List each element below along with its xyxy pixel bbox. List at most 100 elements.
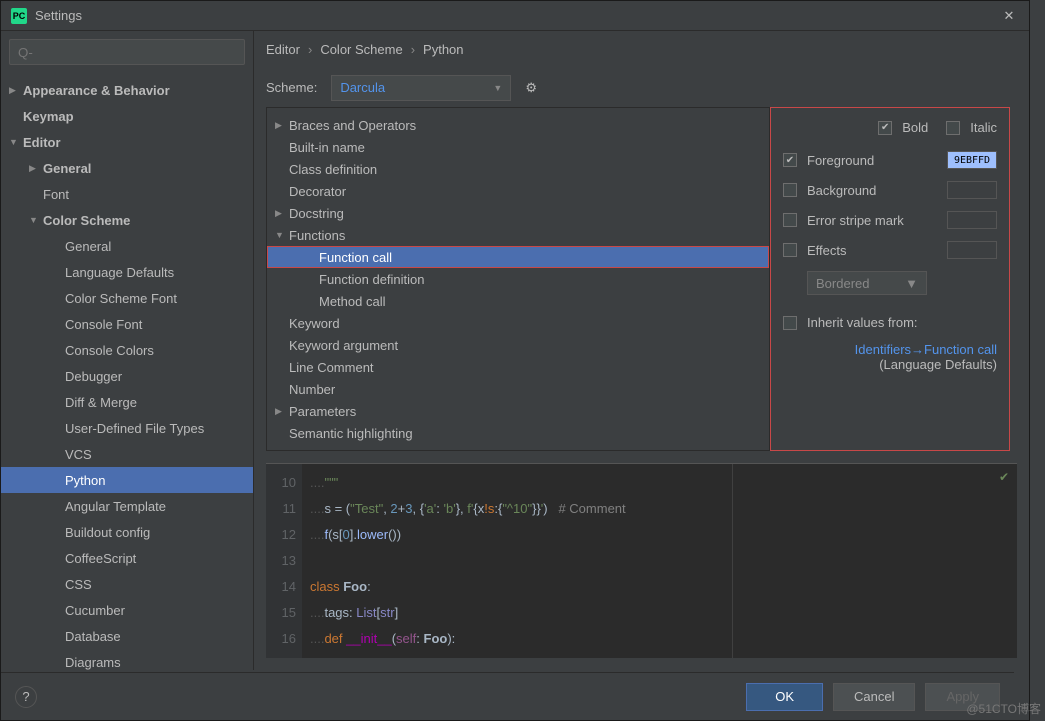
sidebar-item[interactable]: Keymap xyxy=(1,103,253,129)
sidebar-item[interactable]: Python xyxy=(1,467,253,493)
category-item[interactable]: Keyword argument xyxy=(267,334,769,356)
effects-label: Effects xyxy=(807,243,847,258)
sidebar-item-label: Buildout config xyxy=(65,525,150,540)
sidebar-item[interactable]: ▶Appearance & Behavior xyxy=(1,77,253,103)
category-label: Method call xyxy=(319,294,385,309)
inherit-link[interactable]: Identifiers→Function call xyxy=(783,342,997,357)
category-label: Decorator xyxy=(289,184,346,199)
ok-button[interactable]: OK xyxy=(746,683,823,711)
main-panel: Editor › Color Scheme › Python Scheme: D… xyxy=(254,31,1029,670)
breadcrumb-item[interactable]: Color Scheme xyxy=(320,42,402,57)
category-item[interactable]: ▶Braces and Operators xyxy=(267,114,769,136)
gear-icon[interactable]: ⚙ xyxy=(525,80,537,96)
checkbox-icon xyxy=(783,213,797,227)
sidebar-item[interactable]: Angular Template xyxy=(1,493,253,519)
effects-swatch[interactable] xyxy=(947,241,997,259)
sidebar-item-label: Diagrams xyxy=(65,655,121,670)
sidebar-item[interactable]: General xyxy=(1,233,253,259)
sidebar-item-label: General xyxy=(43,161,91,176)
line-number: 14 xyxy=(266,574,296,600)
properties-panel: Bold Italic Foreground 9EBFFD xyxy=(770,107,1010,451)
sidebar-item[interactable]: Console Colors xyxy=(1,337,253,363)
category-label: Keyword xyxy=(289,316,340,331)
code-area: ....""" ....s = ("Test", 2+3, {'a': 'b'}… xyxy=(306,464,1017,652)
italic-checkbox[interactable]: Italic xyxy=(946,120,997,135)
settings-tree[interactable]: ▶Appearance & BehaviorKeymap▼Editor▶Gene… xyxy=(1,73,253,670)
category-item[interactable]: ▼Functions xyxy=(267,224,769,246)
category-label: Braces and Operators xyxy=(289,118,416,133)
dialog-footer: ? OK Cancel Apply xyxy=(1,672,1014,720)
sidebar-item[interactable]: Database xyxy=(1,623,253,649)
sidebar-item[interactable]: User-Defined File Types xyxy=(1,415,253,441)
line-number: 12 xyxy=(266,522,296,548)
chevron-right-icon: › xyxy=(308,42,312,57)
italic-label: Italic xyxy=(970,120,997,135)
error-stripe-row[interactable]: Error stripe mark xyxy=(783,211,997,229)
error-stripe-swatch[interactable] xyxy=(947,211,997,229)
tree-arrow-icon: ▼ xyxy=(275,230,289,240)
sidebar-item[interactable]: Color Scheme Font xyxy=(1,285,253,311)
breadcrumb-item[interactable]: Python xyxy=(423,42,463,57)
checkbox-icon xyxy=(946,121,960,135)
sidebar-item[interactable]: Diff & Merge xyxy=(1,389,253,415)
gutter: 10111213141516 xyxy=(266,464,302,658)
category-item[interactable]: Method call xyxy=(267,290,769,312)
line-number: 16 xyxy=(266,626,296,652)
sidebar-item[interactable]: Buildout config xyxy=(1,519,253,545)
sidebar-item[interactable]: ▼Color Scheme xyxy=(1,207,253,233)
category-item[interactable]: Decorator xyxy=(267,180,769,202)
checkbox-icon xyxy=(783,183,797,197)
code-preview: ✔ 10111213141516 ....""" ....s = ("Test"… xyxy=(266,463,1017,658)
category-item[interactable]: Class definition xyxy=(267,158,769,180)
checkbox-icon xyxy=(783,153,797,167)
app-icon: PC xyxy=(11,8,27,24)
scheme-value: Darcula xyxy=(340,80,385,95)
category-item[interactable]: Built-in name xyxy=(267,136,769,158)
category-label: Number xyxy=(289,382,335,397)
foreground-swatch[interactable]: 9EBFFD xyxy=(947,151,997,169)
help-icon[interactable]: ? xyxy=(15,686,37,708)
sidebar-item[interactable]: Language Defaults xyxy=(1,259,253,285)
breadcrumb-item[interactable]: Editor xyxy=(266,42,300,57)
background-row[interactable]: Background xyxy=(783,181,997,199)
foreground-row[interactable]: Foreground 9EBFFD xyxy=(783,151,997,169)
effects-row[interactable]: Effects xyxy=(783,241,997,259)
category-item[interactable]: ▶Docstring xyxy=(267,202,769,224)
checkbox-icon xyxy=(783,243,797,257)
settings-window: PC Settings ✕ ▶Appearance & BehaviorKeym… xyxy=(0,0,1030,721)
category-item[interactable]: Line Comment xyxy=(267,356,769,378)
chevron-down-icon: ▼ xyxy=(493,83,502,93)
panels: ▶Braces and OperatorsBuilt-in nameClass … xyxy=(254,107,1029,451)
background-swatch[interactable] xyxy=(947,181,997,199)
sidebar-item[interactable]: ▶General xyxy=(1,155,253,181)
category-tree[interactable]: ▶Braces and OperatorsBuilt-in nameClass … xyxy=(266,107,770,451)
tree-arrow-icon: ▼ xyxy=(29,215,43,225)
inherit-checkbox[interactable]: Inherit values from: xyxy=(783,315,997,330)
category-item[interactable]: Keyword xyxy=(267,312,769,334)
category-item[interactable]: Function call xyxy=(267,246,769,268)
sidebar-item[interactable]: ▼Editor xyxy=(1,129,253,155)
inspection-ok-icon: ✔ xyxy=(999,470,1009,484)
sidebar-item[interactable]: Debugger xyxy=(1,363,253,389)
sidebar-item[interactable]: Diagrams xyxy=(1,649,253,670)
category-item[interactable]: Number xyxy=(267,378,769,400)
close-icon[interactable]: ✕ xyxy=(999,8,1019,24)
sidebar-item[interactable]: Font xyxy=(1,181,253,207)
cancel-button[interactable]: Cancel xyxy=(833,683,915,711)
sidebar-item[interactable]: Console Font xyxy=(1,311,253,337)
sidebar-item[interactable]: CoffeeScript xyxy=(1,545,253,571)
window-title: Settings xyxy=(35,8,999,23)
sidebar-item[interactable]: VCS xyxy=(1,441,253,467)
sidebar-item[interactable]: CSS xyxy=(1,571,253,597)
bold-checkbox[interactable]: Bold xyxy=(878,120,928,135)
category-item[interactable]: Function definition xyxy=(267,268,769,290)
search-input[interactable] xyxy=(9,39,245,65)
inherit-label: Inherit values from: xyxy=(807,315,918,330)
category-item[interactable]: ▶Parameters xyxy=(267,400,769,422)
effects-select[interactable]: Bordered ▼ xyxy=(807,271,927,295)
scheme-select[interactable]: Darcula ▼ xyxy=(331,75,511,101)
sidebar-item-label: VCS xyxy=(65,447,92,462)
category-item[interactable]: Semantic highlighting xyxy=(267,422,769,444)
sidebar-item[interactable]: Cucumber xyxy=(1,597,253,623)
background-label: Background xyxy=(807,183,876,198)
